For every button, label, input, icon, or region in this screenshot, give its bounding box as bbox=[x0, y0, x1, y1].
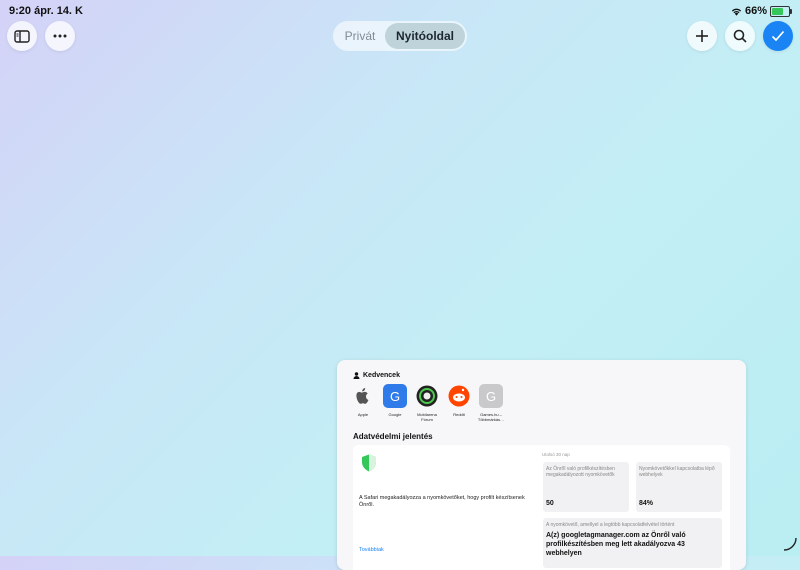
search-button[interactable] bbox=[725, 21, 755, 51]
battery-percent: 66% bbox=[744, 5, 767, 17]
loading-spinner-icon bbox=[783, 537, 797, 551]
ellipsis-icon bbox=[53, 34, 67, 38]
stat-value: 50 bbox=[546, 500, 554, 507]
favorite-reddit[interactable]: Reddit bbox=[447, 384, 471, 422]
favorites-header: Kedvencek bbox=[353, 372, 400, 379]
games-hu-icon: G bbox=[479, 384, 503, 408]
shield-icon bbox=[362, 454, 376, 472]
favorite-label: Google bbox=[388, 412, 402, 417]
sidebar-icon bbox=[14, 29, 30, 43]
favorite-label: Reddit bbox=[453, 412, 465, 417]
tab-start-page[interactable]: Nyitóoldal bbox=[385, 23, 465, 49]
stat-websites-contacted: Nyomkövetőkkel kapcsolatba lépő webhelye… bbox=[636, 462, 722, 512]
favorites-title: Kedvencek bbox=[363, 372, 400, 379]
stat-label: Nyomkövetőkkel kapcsolatba lépő webhelye… bbox=[639, 466, 715, 478]
tab-thumbnail[interactable]: Kedvencek Apple G Google Mobilarena Fóru… bbox=[337, 360, 746, 570]
favorite-google[interactable]: G Google bbox=[383, 384, 407, 422]
sidebar-button[interactable] bbox=[7, 21, 37, 51]
stat-label: A nyomkövető, amellyel a legtöbb kapcsol… bbox=[546, 522, 675, 528]
google-icon: G bbox=[383, 384, 407, 408]
stat-trackers-prevented: Az Önről való profilkészítésben megakadá… bbox=[543, 462, 629, 512]
favorite-label: Apple bbox=[357, 412, 369, 417]
stat-value: 84% bbox=[639, 500, 654, 507]
stat-top-tracker: A nyomkövető, amellyel a legtöbb kapcsol… bbox=[543, 518, 722, 568]
favorites-list: Apple G Google Mobilarena Fórum Reddit G… bbox=[351, 384, 505, 422]
new-tab-button[interactable] bbox=[687, 21, 717, 51]
favorite-apple[interactable]: Apple bbox=[351, 384, 375, 422]
search-icon bbox=[733, 29, 747, 43]
stat-label: Az Önről való profilkészítésben megakadá… bbox=[546, 466, 615, 478]
plus-icon bbox=[696, 30, 708, 42]
reddit-icon bbox=[448, 385, 470, 407]
checkmark-icon bbox=[771, 30, 785, 42]
privacy-report-title: Adatvédelmi jelentés bbox=[353, 432, 433, 441]
favorite-games-hu[interactable]: G Games.hu – Többmárkás… bbox=[477, 384, 505, 422]
favorite-mobilarena[interactable]: Mobilarena Fórum bbox=[415, 384, 439, 422]
privacy-report-card[interactable]: A Safari megakadályozza a nyomkövetőket,… bbox=[353, 445, 730, 570]
privacy-description: A Safari megakadályozza a nyomkövetőket,… bbox=[359, 495, 525, 508]
battery-fill bbox=[772, 7, 783, 15]
more-button[interactable] bbox=[45, 21, 75, 51]
status-bar: 9:20 ápr. 14. K 66% bbox=[0, 0, 800, 20]
done-button[interactable] bbox=[763, 21, 793, 51]
favorite-label: Games.hu – Többmárkás… bbox=[477, 412, 505, 422]
favorite-label: Mobilarena Fórum bbox=[417, 412, 437, 422]
more-link[interactable]: Továbbiak bbox=[359, 547, 384, 553]
stat-value: A(z) googletagmanager.com az Önről való … bbox=[546, 532, 686, 557]
tab-group-switcher: Privát Nyitóoldal bbox=[333, 21, 467, 51]
period-label: Utolsó 30 nap bbox=[542, 452, 570, 457]
battery-icon bbox=[770, 5, 792, 17]
person-icon bbox=[353, 372, 360, 379]
apple-icon bbox=[356, 388, 369, 404]
tab-private[interactable]: Privát bbox=[335, 23, 385, 49]
wifi-icon bbox=[731, 8, 742, 16]
status-time-date: 9:20 ápr. 14. K bbox=[9, 5, 83, 17]
mobilarena-icon bbox=[416, 385, 438, 407]
